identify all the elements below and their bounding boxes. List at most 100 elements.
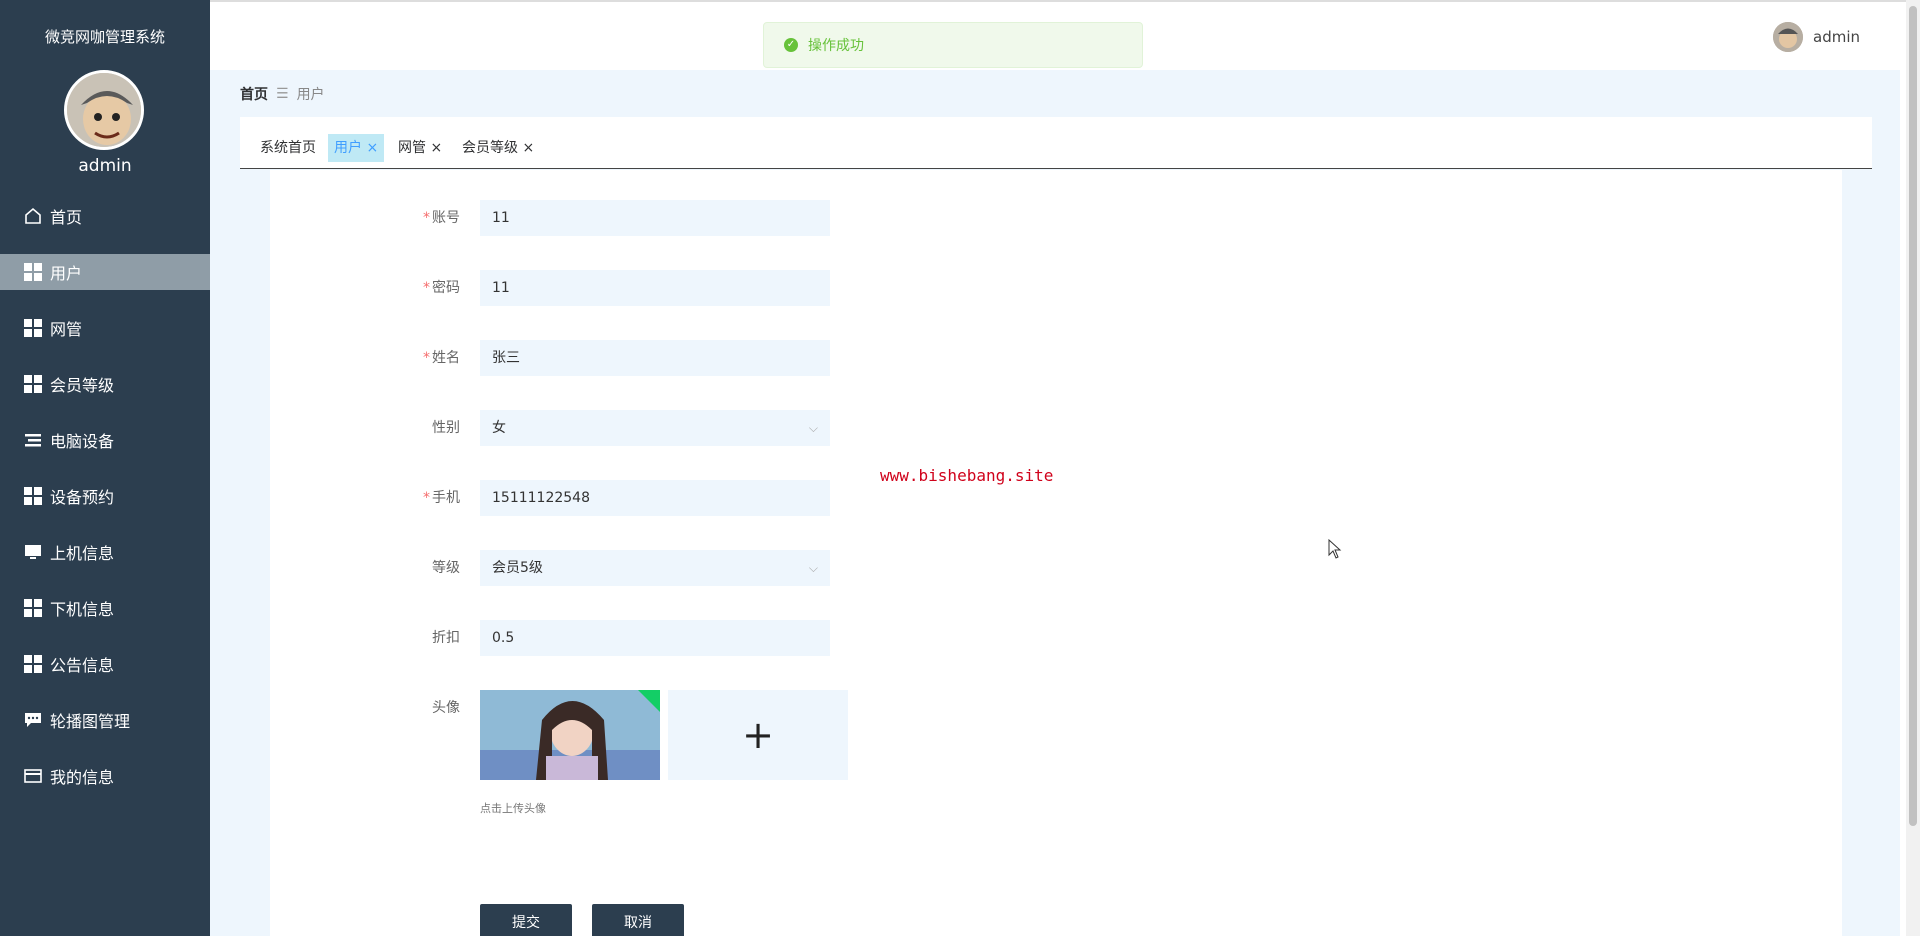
gender-value: 女: [492, 420, 506, 436]
tab-bar: 系统首页 用户 × 网管 × 会员等级 ×: [240, 117, 1872, 169]
sidebar-username: admin: [78, 156, 132, 176]
chevron-down-icon: ⌵: [808, 561, 818, 575]
breadcrumb-current: 用户: [296, 87, 325, 103]
cancel-button[interactable]: 取消: [592, 904, 684, 936]
card-icon: [24, 767, 42, 785]
system-title: 微竞网咖管理系统: [44, 28, 165, 46]
tab-admins[interactable]: 网管 ×: [392, 134, 448, 162]
plus-icon: +: [742, 713, 774, 757]
grid-icon: [24, 487, 42, 505]
form-panel: * 账号 11 * 密码 11 * 姓名 张三 性别 女 ⌵ * 手机 15111122…: [270, 170, 1842, 936]
close-icon[interactable]: ×: [366, 140, 378, 156]
sidebar-item-my-info[interactable]: 我的信息: [0, 758, 210, 794]
grid-icon: [24, 263, 42, 281]
sidebar-item-carousel[interactable]: 轮播图管理: [0, 702, 210, 738]
discount-field[interactable]: 0.5: [480, 620, 830, 656]
user-menu[interactable]: admin: [1773, 22, 1860, 52]
tab-member-level[interactable]: 会员等级 ×: [456, 134, 540, 162]
sidebar-item-label: 上机信息: [50, 544, 115, 563]
form-row-name: * 姓名 张三: [270, 340, 870, 376]
grid-icon: [24, 599, 42, 617]
top-avatar: [1773, 22, 1803, 52]
account-label: * 账号: [423, 210, 460, 226]
form-row-level: 等级 会员5级 ⌵: [270, 550, 870, 586]
form-row-account: * 账号 11: [270, 200, 870, 236]
watermark-text: www.bishebang.site: [880, 466, 1054, 485]
top-username: admin: [1813, 28, 1860, 46]
upload-add-button[interactable]: +: [668, 690, 848, 780]
sidebar-menu: 首页 用户 网管 会员等级 电脑设备 设备预约 上机信息 下机信息 公告信息 轮…: [0, 198, 210, 814]
sidebar-item-label: 下机信息: [50, 600, 115, 619]
sidebar-item-users[interactable]: 用户: [0, 254, 210, 290]
form-row-password: * 密码 11: [270, 270, 870, 306]
sidebar-item-admins[interactable]: 网管: [0, 310, 210, 346]
close-icon[interactable]: ×: [430, 140, 442, 156]
main-area: 首页 ☰ 用户 系统首页 用户 × 网管 × 会员等级 × * 账号 11 * 密码…: [210, 70, 1900, 936]
tab-label: 网管: [398, 140, 426, 156]
portrait-image: [480, 690, 660, 780]
tab-label: 系统首页: [260, 140, 316, 156]
name-label: * 姓名: [423, 350, 460, 366]
sidebar-item-member-level[interactable]: 会员等级: [0, 366, 210, 402]
menu-icon: ☰: [276, 86, 289, 102]
sidebar-item-home[interactable]: 首页: [0, 198, 210, 234]
tab-label: 用户: [334, 140, 362, 156]
sidebar-item-label: 公告信息: [50, 656, 115, 675]
success-toast: ✓ 操作成功: [763, 22, 1143, 68]
sidebar-item-label: 会员等级: [50, 376, 115, 395]
discount-label: 折扣: [432, 630, 460, 646]
sidebar-item-reservation[interactable]: 设备预约: [0, 478, 210, 514]
name-field[interactable]: 张三: [480, 340, 830, 376]
phone-field[interactable]: 15111122548: [480, 480, 830, 516]
sidebar-item-label: 我的信息: [50, 768, 115, 787]
close-icon[interactable]: ×: [522, 140, 534, 156]
chevron-down-icon: ⌵: [808, 421, 818, 435]
scrollbar[interactable]: [1906, 0, 1920, 936]
sidebar-item-label: 电脑设备: [50, 432, 115, 451]
scrollbar-thumb[interactable]: [1909, 6, 1917, 826]
grid-icon: [24, 655, 42, 673]
sidebar-item-notices[interactable]: 公告信息: [0, 646, 210, 682]
check-icon: ✓: [784, 38, 798, 52]
tab-label: 会员等级: [462, 140, 518, 156]
breadcrumb-home[interactable]: 首页: [240, 84, 268, 104]
list-icon: [24, 431, 42, 449]
gender-label: 性别: [432, 420, 460, 436]
home-icon: [24, 207, 42, 225]
level-select[interactable]: 会员5级 ⌵: [480, 550, 830, 586]
upload-tip: 点击上传头像: [480, 802, 546, 815]
sidebar-item-logout-info[interactable]: 下机信息: [0, 590, 210, 626]
monitor-icon: [24, 543, 42, 561]
form-row-discount: 折扣 0.5: [270, 620, 870, 656]
password-label: * 密码: [423, 280, 460, 296]
account-field[interactable]: 11: [480, 200, 830, 236]
submit-button[interactable]: 提交: [480, 904, 572, 936]
sidebar-item-label: 轮播图管理: [50, 712, 131, 731]
avatar: [64, 70, 144, 150]
form-row-phone: * 手机 15111122548: [270, 480, 870, 516]
sidebar-item-computers[interactable]: 电脑设备: [0, 422, 210, 458]
phone-label: * 手机: [423, 490, 460, 506]
sidebar: 微竞网咖管理系统 admin 首页 用户 网管 会员等级 电脑设备 设备预约 上…: [0, 0, 210, 936]
level-value: 会员5级: [492, 560, 543, 576]
avatar-image: [67, 73, 141, 147]
grid-icon: [24, 375, 42, 393]
sidebar-item-login-info[interactable]: 上机信息: [0, 534, 210, 570]
gender-select[interactable]: 女 ⌵: [480, 410, 830, 446]
password-field[interactable]: 11: [480, 270, 830, 306]
sidebar-item-label: 用户: [50, 264, 83, 283]
sidebar-item-label: 设备预约: [50, 488, 115, 507]
chat-icon: [24, 711, 42, 729]
uploaded-avatar-image[interactable]: [480, 690, 660, 780]
avatar-label: 头像: [432, 700, 460, 716]
toast-message: 操作成功: [808, 38, 864, 54]
grid-icon: [24, 319, 42, 337]
level-label: 等级: [432, 560, 460, 576]
tab-users[interactable]: 用户 ×: [328, 134, 385, 162]
sidebar-item-label: 首页: [50, 208, 83, 227]
breadcrumb: 首页 ☰ 用户: [240, 84, 325, 104]
sidebar-item-label: 网管: [50, 320, 83, 339]
tab-home[interactable]: 系统首页: [254, 134, 322, 162]
form-row-gender: 性别 女 ⌵: [270, 410, 870, 446]
success-corner: [638, 690, 660, 712]
